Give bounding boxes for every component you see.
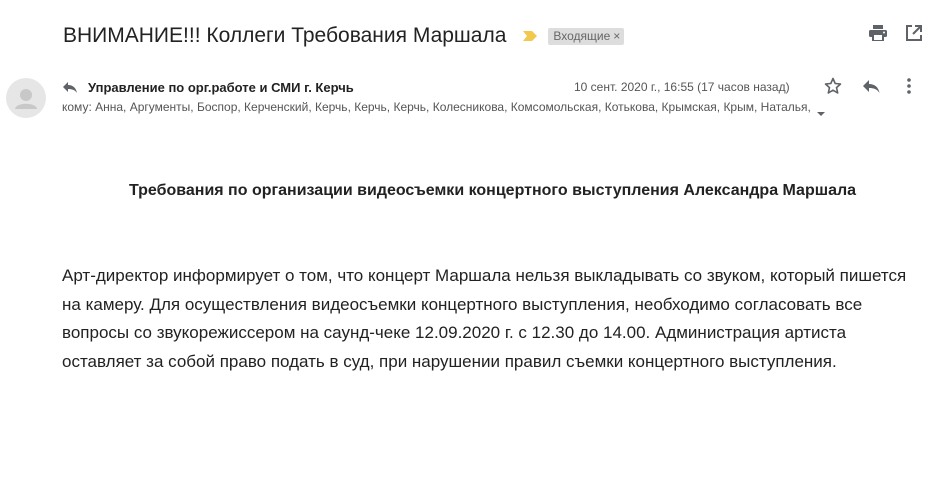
reply-icon[interactable]: [862, 77, 880, 95]
email-date: 10 сент. 2020 г., 16:55 (17 часов назад): [574, 80, 790, 94]
message-actions: [824, 77, 918, 95]
print-icon[interactable]: [869, 24, 887, 42]
body-title: Требования по организации видеосъемки ко…: [128, 182, 857, 199]
label-remove-icon[interactable]: ×: [613, 29, 620, 43]
sender-row: Управление по орг.работе и СМИ г. Керчь: [62, 78, 354, 96]
email-view: ВНИМАНИЕ!!! Коллеги Требования Маршала В…: [0, 0, 941, 491]
top-toolbar: [869, 24, 923, 42]
importance-marker-icon[interactable]: [522, 29, 538, 43]
email-subject: ВНИМАНИЕ!!! Коллеги Требования Маршала: [63, 24, 507, 47]
subject-row: ВНИМАНИЕ!!! Коллеги Требования Маршала В…: [63, 20, 941, 52]
caret-down-icon[interactable]: [816, 104, 825, 116]
date-area: 10 сент. 2020 г., 16:55 (17 часов назад): [574, 78, 790, 96]
label-inbox-badge[interactable]: Входящие ×: [548, 27, 625, 45]
label-inbox-text: Входящие: [553, 28, 611, 43]
open-in-new-window-icon[interactable]: [905, 24, 923, 42]
avatar-icon: [6, 78, 46, 118]
recipients-list: кому: Анна, Аргументы, Боспор, Керченски…: [62, 100, 811, 114]
star-icon[interactable]: [824, 77, 842, 95]
more-vert-icon[interactable]: [900, 77, 918, 95]
recipients-row: кому: Анна, Аргументы, Боспор, Керченски…: [62, 99, 825, 116]
reply-indicator-icon: [62, 80, 78, 94]
sender-name[interactable]: Управление по орг.работе и СМИ г. Керчь: [88, 80, 354, 95]
body-text: Арт-директор информирует о том, что конц…: [62, 266, 907, 371]
